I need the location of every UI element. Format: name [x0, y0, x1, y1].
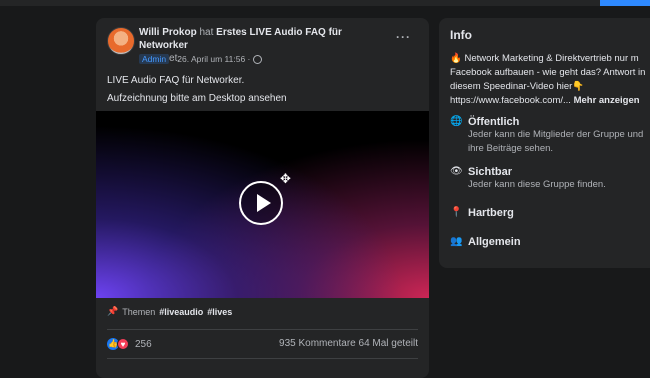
active-tab-indicator: [600, 0, 650, 6]
author-name-link[interactable]: Willi Prokop: [139, 27, 197, 38]
group-description: 🔥 Network Marketing & Direktvertrieb nur…: [450, 52, 650, 108]
post-meta: Admin · 26. April um 11:56 ·: [139, 54, 263, 64]
post-text-line: Aufzeichnung bitte am Desktop ansehen: [107, 93, 287, 104]
post-options-button[interactable]: ···: [396, 30, 411, 44]
divider: [107, 329, 418, 330]
shares-count-link[interactable]: 64 Mal geteilt: [359, 338, 418, 349]
topics-label: Themen: [122, 306, 156, 317]
comments-count-link[interactable]: 935 Kommentare: [279, 338, 356, 349]
admin-badge: Admin: [139, 54, 170, 64]
visibility-desc: Jeder kann diese Gruppe finden.: [468, 179, 606, 190]
post-card: Willi Prokop hat Erstes LIVE Audio FAQ f…: [96, 18, 429, 378]
globe-icon: [253, 54, 263, 64]
post-date[interactable]: · 26. April um 11:56 ·: [172, 54, 250, 64]
divider: [107, 358, 418, 359]
globe-icon: 🌐: [450, 116, 463, 127]
eye-icon: 👁: [450, 166, 463, 177]
topics-row: 📌 Themen #liveaudio #lives: [107, 306, 232, 317]
reactions-summary[interactable]: 👍 ♥ 256: [107, 338, 152, 350]
move-cursor-icon: ✥: [280, 171, 291, 186]
description-line: 🔥 Network Marketing & Direktvertrieb nur…: [450, 53, 639, 64]
info-panel: Info 🔥 Network Marketing & Direktvertrie…: [439, 18, 650, 268]
description-line: diesem Speedinar-Video hier👇: [450, 81, 585, 92]
location-pin-icon: 📍: [450, 207, 463, 218]
play-button[interactable]: [239, 181, 283, 225]
location-row: 📍 Hartberg: [450, 207, 514, 219]
visibility-title: Sichtbar: [468, 166, 513, 178]
engagement-stats: 935 Kommentare 64 Mal geteilt: [279, 338, 418, 349]
post-text: LIVE Audio FAQ für Networker. Aufzeichnu…: [107, 72, 287, 108]
privacy-desc: ihre Beiträge sehen.: [468, 143, 554, 154]
tag-link[interactable]: #lives: [207, 307, 232, 317]
people-icon: 👥: [450, 236, 463, 247]
post-text-line: LIVE Audio FAQ für Networker.: [107, 75, 245, 86]
info-title: Info: [450, 28, 472, 42]
description-line: Facebook aufbauen - wie geht das? Antwor…: [450, 67, 646, 78]
reaction-count: 256: [135, 338, 152, 350]
video-player[interactable]: ✥: [96, 111, 429, 298]
category-label: Allgemein: [468, 236, 521, 248]
tag-link[interactable]: #liveaudio: [159, 307, 203, 317]
pin-icon: 📌: [107, 306, 119, 316]
category-row: 👥 Allgemein: [450, 236, 521, 248]
top-nav-bar: [0, 0, 650, 6]
privacy-row: 🌐 Öffentlich Jeder kann die Mitglieder d…: [450, 116, 643, 156]
description-url-link[interactable]: https://www.facebook.com/...: [450, 95, 571, 106]
privacy-title: Öffentlich: [468, 116, 520, 128]
location-link[interactable]: Hartberg: [468, 207, 514, 219]
show-more-link[interactable]: Mehr anzeigen: [574, 95, 640, 106]
love-reaction-icon: ♥: [117, 338, 129, 350]
post-verb: hat: [199, 27, 214, 38]
privacy-desc: Jeder kann die Mitglieder der Gruppe und: [468, 129, 644, 140]
visibility-row: 👁 Sichtbar Jeder kann diese Gruppe finde…: [450, 166, 606, 192]
author-avatar[interactable]: [107, 27, 135, 55]
